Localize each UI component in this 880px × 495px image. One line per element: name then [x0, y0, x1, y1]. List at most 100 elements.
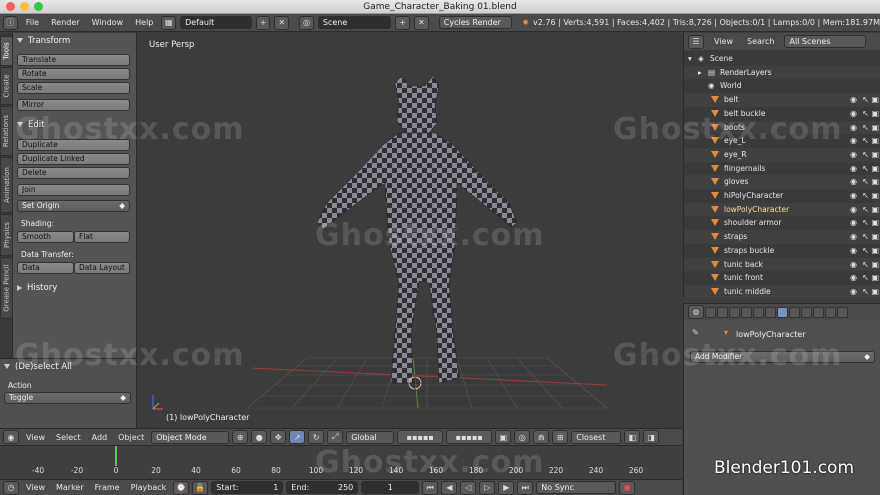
- sync-mode-select[interactable]: No Sync: [536, 481, 617, 494]
- render-icon[interactable]: ▣: [871, 148, 879, 162]
- outliner-object-row[interactable]: eye_R ◉ ↖ ▣: [684, 147, 880, 162]
- menu-file[interactable]: File: [22, 18, 43, 27]
- selectable-icon[interactable]: ↖: [862, 244, 869, 258]
- visibility-eye-icon[interactable]: ◉: [850, 230, 857, 244]
- pin-icon[interactable]: ✎: [692, 328, 699, 337]
- outliner-object-row[interactable]: tunic middle ◉ ↖ ▣: [684, 284, 880, 298]
- render-icon[interactable]: ▣: [871, 121, 879, 135]
- selectable-icon[interactable]: ↖: [862, 93, 869, 107]
- menu-select[interactable]: Select: [52, 433, 85, 442]
- transform-orientation-select[interactable]: Global: [346, 430, 395, 444]
- render-icon[interactable]: ▣: [871, 244, 879, 258]
- render-icon[interactable]: ▣: [871, 107, 879, 121]
- prev-keyframe-icon[interactable]: ◀: [441, 480, 458, 495]
- current-frame-indicator[interactable]: [115, 446, 117, 466]
- add-scene-icon[interactable]: +: [395, 15, 411, 30]
- scene-icon[interactable]: ◎: [299, 15, 314, 30]
- render-icon[interactable]: ▣: [871, 203, 879, 217]
- action-select[interactable]: Toggle ◆: [4, 392, 131, 404]
- visibility-eye-icon[interactable]: ◉: [850, 271, 857, 285]
- selectable-icon[interactable]: ↖: [862, 203, 869, 217]
- render-icon[interactable]: ▣: [871, 162, 879, 176]
- translate-button[interactable]: Translate: [17, 54, 130, 66]
- lock-range-icon[interactable]: 🔒: [192, 480, 209, 495]
- start-frame-field[interactable]: Start: 1: [211, 481, 284, 494]
- selectable-icon[interactable]: ↖: [862, 107, 869, 121]
- delete-button[interactable]: Delete: [17, 167, 130, 179]
- screen-layout-icon[interactable]: ▦: [161, 15, 177, 30]
- play-reverse-icon[interactable]: ◁: [460, 480, 477, 495]
- preview-range-icon[interactable]: ⌚: [173, 480, 190, 495]
- visibility-eye-icon[interactable]: ◉: [850, 93, 857, 107]
- selectable-icon[interactable]: ↖: [862, 230, 869, 244]
- screen-layout-field[interactable]: Default: [180, 16, 252, 29]
- info-editor-type-icon[interactable]: ⓘ: [3, 15, 18, 30]
- scene-tab-icon[interactable]: [729, 306, 740, 318]
- physics-tab-icon[interactable]: [837, 306, 848, 318]
- selectable-icon[interactable]: ↖: [862, 285, 869, 298]
- tab-create[interactable]: Create: [0, 67, 13, 105]
- play-icon[interactable]: ▷: [479, 480, 496, 495]
- menu-render[interactable]: Render: [47, 18, 83, 27]
- render-icon[interactable]: ▣: [871, 93, 879, 107]
- render-icon[interactable]: ▣: [871, 134, 879, 148]
- menu-add[interactable]: Add: [88, 433, 112, 442]
- visibility-eye-icon[interactable]: ◉: [850, 203, 857, 217]
- snap-target-select[interactable]: Closest: [571, 430, 622, 444]
- data-layout-button[interactable]: Data Layout: [74, 262, 130, 274]
- constraints-tab-icon[interactable]: [765, 306, 776, 318]
- view3d-editor-type-icon[interactable]: ◉: [3, 430, 19, 444]
- timeline-editor-type-icon[interactable]: ◷: [3, 480, 19, 495]
- scene-field[interactable]: Scene: [317, 16, 392, 29]
- properties-editor-type-icon[interactable]: ⚙: [688, 305, 704, 319]
- duplicate-linked-button[interactable]: Duplicate Linked: [17, 153, 130, 165]
- tab-tools[interactable]: Tools: [0, 36, 13, 66]
- minimize-window-button[interactable]: [20, 2, 29, 11]
- close-window-button[interactable]: [6, 2, 15, 11]
- visibility-eye-icon[interactable]: ◉: [850, 148, 857, 162]
- scale-manipulator-icon[interactable]: ⤢: [327, 430, 344, 444]
- next-keyframe-icon[interactable]: ▶: [498, 480, 515, 495]
- tab-relations[interactable]: Relations: [0, 106, 13, 156]
- outliner-object-row[interactable]: shoulder armor ◉ ↖ ▣: [684, 216, 880, 230]
- selectable-icon[interactable]: ↖: [862, 121, 869, 135]
- snap-element-icon[interactable]: ⊞: [552, 430, 569, 444]
- timeline-menu-frame[interactable]: Frame: [91, 483, 124, 492]
- visibility-eye-icon[interactable]: ◉: [850, 258, 857, 272]
- selectable-icon[interactable]: ↖: [862, 175, 869, 189]
- visibility-eye-icon[interactable]: ◉: [850, 107, 857, 121]
- outliner-menu-search[interactable]: Search: [743, 37, 778, 46]
- particles-tab-icon[interactable]: [825, 306, 836, 318]
- object-tab-icon[interactable]: [753, 306, 764, 318]
- jump-end-icon[interactable]: ⏭: [517, 480, 534, 495]
- data-tab-icon[interactable]: [789, 306, 800, 318]
- visibility-eye-icon[interactable]: ◉: [850, 134, 857, 148]
- tab-grease-pencil[interactable]: Grease Pencil: [0, 257, 13, 319]
- render-layers-tab-icon[interactable]: [717, 306, 728, 318]
- visibility-eye-icon[interactable]: ◉: [850, 175, 857, 189]
- render-tab-icon[interactable]: [705, 306, 716, 318]
- current-frame-field[interactable]: 1: [361, 481, 420, 494]
- visibility-eye-icon[interactable]: ◉: [850, 216, 857, 230]
- visibility-eye-icon[interactable]: ◉: [850, 189, 857, 203]
- remove-scene-icon[interactable]: ✕: [414, 15, 429, 30]
- selectable-icon[interactable]: ↖: [862, 189, 869, 203]
- transform-panel-header[interactable]: Transform: [17, 36, 70, 46]
- render-icon[interactable]: ▣: [871, 271, 879, 285]
- render-still-icon[interactable]: ◧: [624, 430, 641, 444]
- render-icon[interactable]: ▣: [871, 189, 879, 203]
- snap-icon[interactable]: ⋒: [533, 430, 550, 444]
- mode-select[interactable]: Object Mode: [151, 430, 230, 444]
- tab-physics[interactable]: Physics: [0, 214, 13, 256]
- rotate-button[interactable]: Rotate: [17, 68, 130, 80]
- layers-icon[interactable]: ▪▪▪▪▪: [397, 430, 444, 444]
- jump-start-icon[interactable]: ⏮: [422, 480, 439, 495]
- menu-window[interactable]: Window: [88, 18, 128, 27]
- outliner-object-row-selected[interactable]: lowPolyCharacter ◉ ↖ ▣: [684, 202, 880, 217]
- visibility-eye-icon[interactable]: ◉: [850, 285, 857, 298]
- record-icon[interactable]: ●: [619, 480, 636, 495]
- lock-camera-icon[interactable]: ▣: [495, 430, 512, 444]
- selectable-icon[interactable]: ↖: [862, 134, 869, 148]
- outliner-object-row[interactable]: belt ◉ ↖ ▣: [684, 93, 880, 107]
- outliner-object-row[interactable]: gloves ◉ ↖ ▣: [684, 175, 880, 189]
